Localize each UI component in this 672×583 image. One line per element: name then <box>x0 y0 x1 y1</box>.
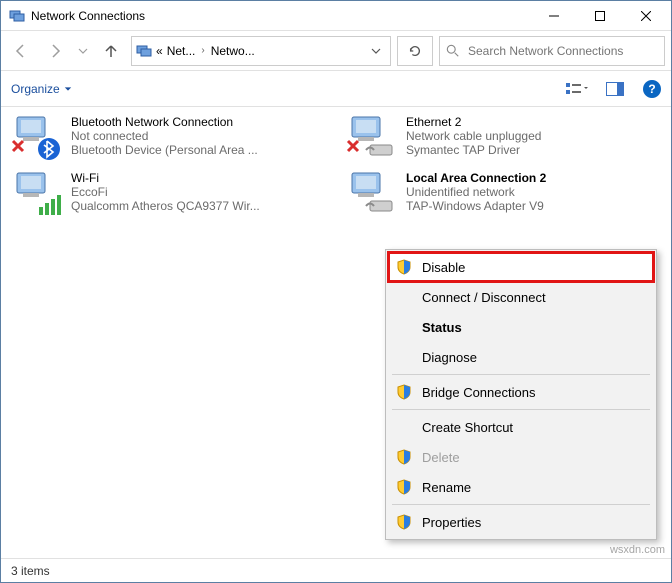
ctx-label: Disable <box>422 260 465 275</box>
ctx-separator <box>392 374 650 375</box>
chevron-right-icon[interactable]: › <box>199 45 206 56</box>
up-button[interactable] <box>97 37 125 65</box>
adapter-status: Not connected <box>71 129 326 143</box>
adapter-title: Wi-Fi <box>71 171 326 185</box>
adapter-wifi[interactable]: Wi-Fi EccoFi Qualcomm Atheros QCA9377 Wi… <box>11 171 326 219</box>
app-icon <box>9 8 25 24</box>
command-bar: Organize ? <box>1 71 671 107</box>
preview-pane-button[interactable] <box>601 78 629 100</box>
adapter-title: Ethernet 2 <box>406 115 661 129</box>
ctx-delete: Delete <box>388 442 654 472</box>
shield-icon <box>396 514 412 530</box>
ctx-separator <box>392 504 650 505</box>
window-title: Network Connections <box>31 9 145 23</box>
ctx-label: Rename <box>422 480 471 495</box>
adapter-title: Bluetooth Network Connection <box>71 115 326 129</box>
search-box[interactable] <box>439 36 665 66</box>
content-area: Bluetooth Network Connection Not connect… <box>1 107 671 227</box>
shield-icon <box>396 259 412 275</box>
breadcrumb-seg2[interactable]: Netwo... <box>211 44 255 58</box>
adapter-title: Local Area Connection 2 <box>406 171 661 185</box>
back-button[interactable] <box>7 37 35 65</box>
ctx-rename[interactable]: Rename <box>388 472 654 502</box>
ctx-diagnose[interactable]: Diagnose <box>388 342 654 372</box>
ctx-label: Bridge Connections <box>422 385 535 400</box>
adapter-icon-ethernet <box>346 115 398 163</box>
watermark: wsxdn.com <box>610 544 665 556</box>
recent-dropdown[interactable] <box>75 37 91 65</box>
shield-icon <box>396 384 412 400</box>
ctx-properties[interactable]: Properties <box>388 507 654 537</box>
view-options-button[interactable] <box>563 78 591 100</box>
ctx-connect[interactable]: Connect / Disconnect <box>388 282 654 312</box>
adapter-icon-lac2 <box>346 171 398 219</box>
ctx-label: Diagnose <box>422 350 477 365</box>
adapter-device: Qualcomm Atheros QCA9377 Wir... <box>71 199 326 213</box>
ctx-bridge[interactable]: Bridge Connections <box>388 377 654 407</box>
ctx-separator <box>392 409 650 410</box>
ctx-label: Status <box>422 320 462 335</box>
context-menu: Disable Connect / Disconnect Status Diag… <box>385 249 657 540</box>
refresh-button[interactable] <box>397 36 433 66</box>
adapter-icon-wifi <box>11 171 63 219</box>
ctx-label: Properties <box>422 515 481 530</box>
adapter-bluetooth[interactable]: Bluetooth Network Connection Not connect… <box>11 115 326 163</box>
status-text: 3 items <box>11 564 50 578</box>
ctx-shortcut[interactable]: Create Shortcut <box>388 412 654 442</box>
minimize-button[interactable] <box>531 1 577 31</box>
breadcrumb[interactable]: « Net... › Netwo... <box>131 36 391 66</box>
status-bar: 3 items <box>1 558 671 582</box>
help-button[interactable]: ? <box>643 80 661 98</box>
breadcrumb-icon <box>136 43 152 59</box>
adapter-status: Unidentified network <box>406 185 661 199</box>
search-input[interactable] <box>466 43 658 59</box>
ctx-label: Delete <box>422 450 460 465</box>
adapter-lac2[interactable]: Local Area Connection 2 Unidentified net… <box>346 171 661 219</box>
titlebar: Network Connections <box>1 1 671 31</box>
adapter-device: Bluetooth Device (Personal Area ... <box>71 143 326 157</box>
adapter-status: EccoFi <box>71 185 326 199</box>
ctx-status[interactable]: Status <box>388 312 654 342</box>
shield-icon <box>396 449 412 465</box>
close-button[interactable] <box>623 1 669 31</box>
forward-button[interactable] <box>41 37 69 65</box>
breadcrumb-dropdown[interactable] <box>364 37 386 65</box>
navbar: « Net... › Netwo... <box>1 31 671 71</box>
adapter-ethernet2[interactable]: Ethernet 2 Network cable unplugged Syman… <box>346 115 661 163</box>
adapter-device: TAP-Windows Adapter V9 <box>406 199 661 213</box>
adapter-device: Symantec TAP Driver <box>406 143 661 157</box>
shield-icon <box>396 479 412 495</box>
ctx-label: Connect / Disconnect <box>422 290 546 305</box>
adapter-status: Network cable unplugged <box>406 129 661 143</box>
breadcrumb-prefix: « <box>156 44 163 58</box>
adapter-icon-bluetooth <box>11 115 63 163</box>
maximize-button[interactable] <box>577 1 623 31</box>
organize-menu[interactable]: Organize <box>11 82 72 96</box>
breadcrumb-seg1[interactable]: Net... <box>167 44 196 58</box>
organize-label: Organize <box>11 82 60 96</box>
search-icon <box>446 44 460 58</box>
ctx-disable[interactable]: Disable <box>388 252 654 282</box>
ctx-label: Create Shortcut <box>422 420 513 435</box>
